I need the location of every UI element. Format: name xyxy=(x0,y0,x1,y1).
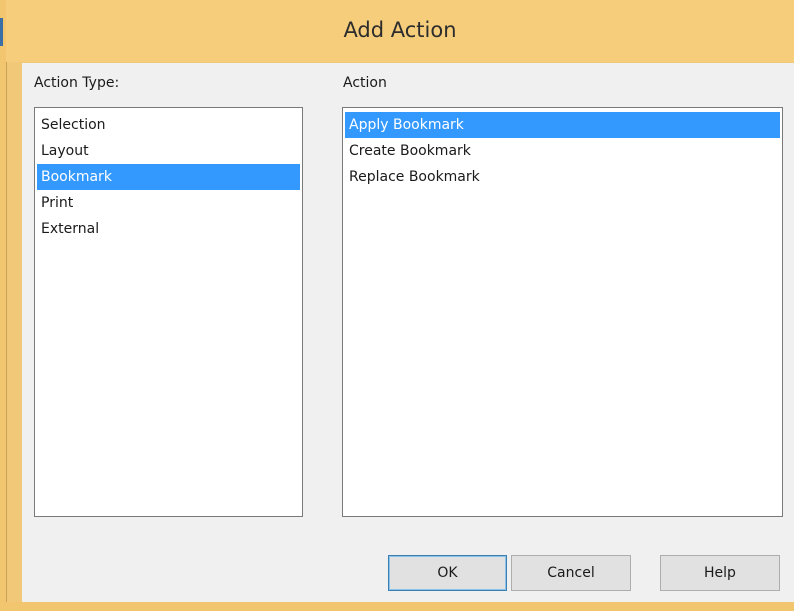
window-frame-accent xyxy=(0,18,3,46)
action-label: Action xyxy=(343,75,387,91)
title-bar[interactable]: Add Action xyxy=(6,0,794,62)
action-type-item-external[interactable]: External xyxy=(37,216,300,242)
action-listbox[interactable]: Apply Bookmark Create Bookmark Replace B… xyxy=(342,107,783,517)
window-frame-left xyxy=(0,0,7,611)
ok-button[interactable]: OK xyxy=(388,555,507,591)
action-type-item-selection[interactable]: Selection xyxy=(37,112,300,138)
action-type-label: Action Type: xyxy=(34,75,120,91)
action-type-item-print[interactable]: Print xyxy=(37,190,300,216)
action-item-create-bookmark[interactable]: Create Bookmark xyxy=(345,138,780,164)
action-type-item-bookmark[interactable]: Bookmark xyxy=(37,164,300,190)
window-frame-bottom xyxy=(0,602,794,611)
action-type-listbox[interactable]: Selection Layout Bookmark Print External xyxy=(34,107,303,517)
dialog-title: Add Action xyxy=(343,18,457,42)
action-item-replace-bookmark[interactable]: Replace Bookmark xyxy=(345,164,780,190)
action-type-item-layout[interactable]: Layout xyxy=(37,138,300,164)
help-button[interactable]: Help xyxy=(660,555,780,591)
action-item-apply-bookmark[interactable]: Apply Bookmark xyxy=(345,112,780,138)
cancel-button[interactable]: Cancel xyxy=(511,555,631,591)
